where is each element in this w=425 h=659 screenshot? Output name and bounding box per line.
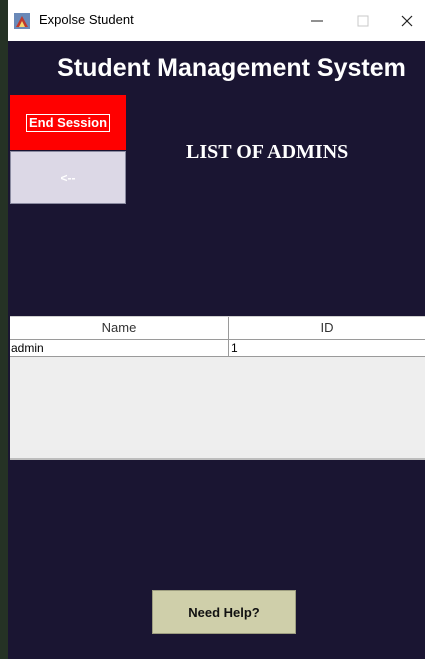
close-button[interactable] [387, 0, 425, 41]
end-session-button[interactable]: End Session [10, 95, 126, 150]
minimize-button[interactable] [297, 0, 337, 41]
need-help-button[interactable]: Need Help? [152, 590, 296, 634]
back-button[interactable]: <-- [10, 151, 126, 204]
table-header: Name ID [10, 317, 425, 340]
cell-id[interactable]: 1 [229, 340, 425, 356]
maximize-icon [357, 15, 369, 26]
minimize-icon [311, 20, 323, 21]
back-label: <-- [60, 170, 76, 185]
end-session-label: End Session [25, 113, 111, 132]
column-header-id[interactable]: ID [229, 317, 425, 339]
section-title: LIST OF ADMINS [186, 141, 349, 163]
maximize-button[interactable] [343, 0, 383, 41]
table-row[interactable]: admin 1 [10, 340, 425, 357]
title-bar[interactable]: Expolse Student [8, 0, 425, 41]
desktop-edge [0, 0, 8, 659]
close-icon [401, 15, 413, 26]
java-app-icon [14, 13, 30, 29]
admins-table[interactable]: Name ID admin 1 [10, 316, 425, 460]
cell-name[interactable]: admin [10, 340, 229, 356]
app-window: Expolse Student Student Management Syste… [8, 0, 425, 659]
app-title: Student Management System [57, 54, 406, 82]
window-title: Expolse Student [39, 12, 134, 27]
column-header-name[interactable]: Name [10, 317, 229, 339]
need-help-label: Need Help? [188, 604, 260, 620]
